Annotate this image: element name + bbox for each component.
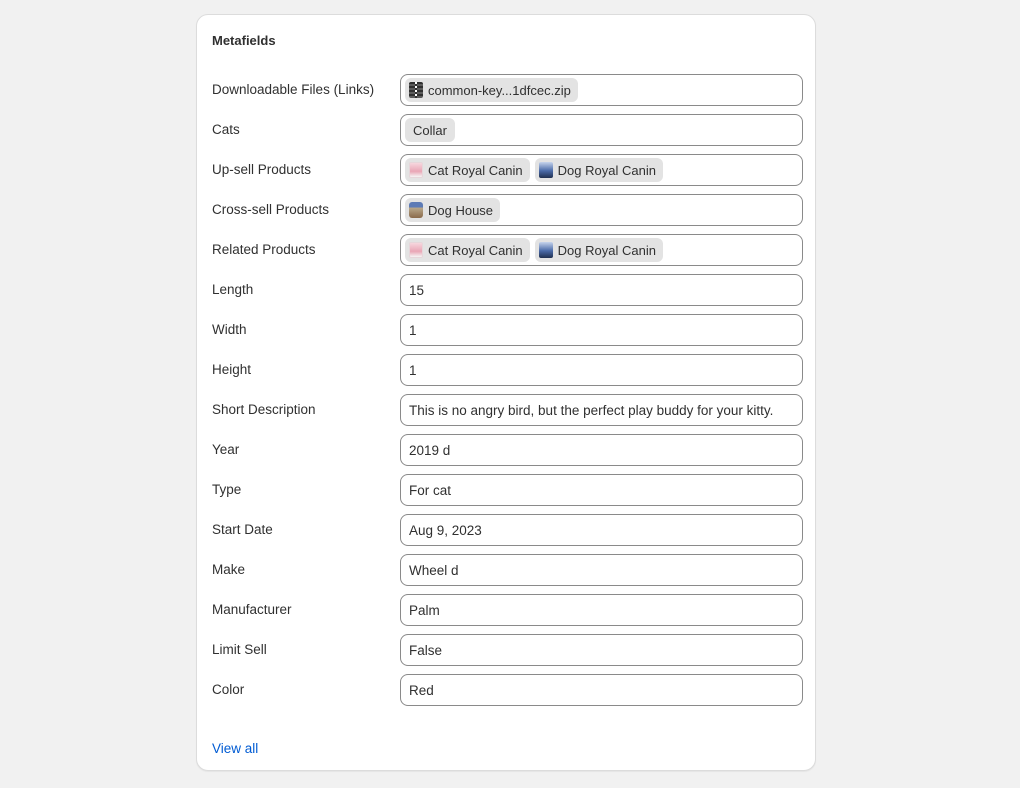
metafield-row-manufacturer: Manufacturer Palm: [212, 594, 803, 626]
metafield-row-upsell-products: Up-sell Products Cat Royal Canin Dog Roy…: [212, 154, 803, 186]
metafield-row-make: Make Wheel d: [212, 554, 803, 586]
manufacturer-field[interactable]: Palm: [400, 594, 803, 626]
card-title: Metafields: [212, 33, 276, 48]
metafield-row-height: Height 1: [212, 354, 803, 386]
dog-royal-canin-thumbnail-icon: [538, 242, 553, 258]
field-label: Start Date: [212, 522, 273, 537]
dog-royal-canin-thumbnail-icon: [538, 162, 553, 178]
metafield-row-related-products: Related Products Cat Royal Canin Dog Roy…: [212, 234, 803, 266]
product-chip[interactable]: Dog Royal Canin: [534, 238, 663, 262]
metafield-row-cats: Cats Collar: [212, 114, 803, 146]
related-products-field[interactable]: Cat Royal Canin Dog Royal Canin: [400, 234, 803, 266]
metafields-card: Metafields Downloadable Files (Links) co…: [196, 14, 816, 771]
metafield-row-year: Year 2019 d: [212, 434, 803, 466]
width-field[interactable]: 1: [400, 314, 803, 346]
product-chip[interactable]: Dog House: [405, 198, 501, 222]
product-chip[interactable]: Cat Royal Canin: [405, 238, 530, 262]
field-label: Limit Sell: [212, 642, 267, 657]
field-label: Downloadable Files (Links): [212, 82, 375, 97]
view-all-link[interactable]: View all: [212, 741, 258, 756]
cat-royal-canin-thumbnail-icon: [409, 242, 423, 258]
field-label: Width: [212, 322, 247, 337]
zip-file-icon: [409, 82, 423, 98]
product-chip[interactable]: Dog Royal Canin: [534, 158, 663, 182]
chip-label: common-key...1dfcec.zip: [428, 82, 571, 98]
file-chip[interactable]: common-key...1dfcec.zip: [405, 78, 578, 102]
metafield-row-limit-sell: Limit Sell False: [212, 634, 803, 666]
field-label: Cats: [212, 122, 240, 137]
downloadable-files-field[interactable]: common-key...1dfcec.zip: [400, 74, 803, 106]
start-date-field[interactable]: Aug 9, 2023: [400, 514, 803, 546]
field-label: Color: [212, 682, 245, 697]
metafields-list: Downloadable Files (Links) common-key...…: [212, 74, 803, 714]
length-field[interactable]: 15: [400, 274, 803, 306]
chip-label: Dog Royal Canin: [557, 242, 656, 258]
metafield-row-width: Width 1: [212, 314, 803, 346]
metafield-row-start-date: Start Date Aug 9, 2023: [212, 514, 803, 546]
field-label: Short Description: [212, 402, 316, 417]
short-description-field[interactable]: This is no angry bird, but the perfect p…: [400, 394, 803, 426]
upsell-products-field[interactable]: Cat Royal Canin Dog Royal Canin: [400, 154, 803, 186]
chip-label: Collar: [413, 122, 447, 138]
cats-field[interactable]: Collar: [400, 114, 803, 146]
limit-sell-field[interactable]: False: [400, 634, 803, 666]
chip-label: Cat Royal Canin: [428, 242, 523, 258]
field-label: Length: [212, 282, 254, 297]
dog-house-thumbnail-icon: [409, 202, 423, 218]
make-field[interactable]: Wheel d: [400, 554, 803, 586]
metafield-row-short-description: Short Description This is no angry bird,…: [212, 394, 803, 426]
field-label: Up-sell Products: [212, 162, 312, 177]
field-label: Height: [212, 362, 252, 377]
field-label: Cross-sell Products: [212, 202, 330, 217]
metafield-row-color: Color Red: [212, 674, 803, 706]
metafield-row-length: Length 15: [212, 274, 803, 306]
metafield-row-type: Type For cat: [212, 474, 803, 506]
color-field[interactable]: Red: [400, 674, 803, 706]
crosssell-products-field[interactable]: Dog House: [400, 194, 803, 226]
chip-label: Dog House: [428, 202, 494, 218]
product-chip[interactable]: Cat Royal Canin: [405, 158, 530, 182]
type-field[interactable]: For cat: [400, 474, 803, 506]
field-label: Manufacturer: [212, 602, 292, 617]
year-field[interactable]: 2019 d: [400, 434, 803, 466]
metafield-row-crosssell-products: Cross-sell Products Dog House: [212, 194, 803, 226]
field-label: Related Products: [212, 242, 316, 257]
field-label: Type: [212, 482, 242, 497]
metafield-row-downloadable-files: Downloadable Files (Links) common-key...…: [212, 74, 803, 106]
height-field[interactable]: 1: [400, 354, 803, 386]
field-label: Make: [212, 562, 246, 577]
chip-label: Dog Royal Canin: [557, 162, 656, 178]
collection-chip[interactable]: Collar: [405, 118, 455, 142]
field-label: Year: [212, 442, 240, 457]
chip-label: Cat Royal Canin: [428, 162, 523, 178]
cat-royal-canin-thumbnail-icon: [409, 162, 423, 178]
